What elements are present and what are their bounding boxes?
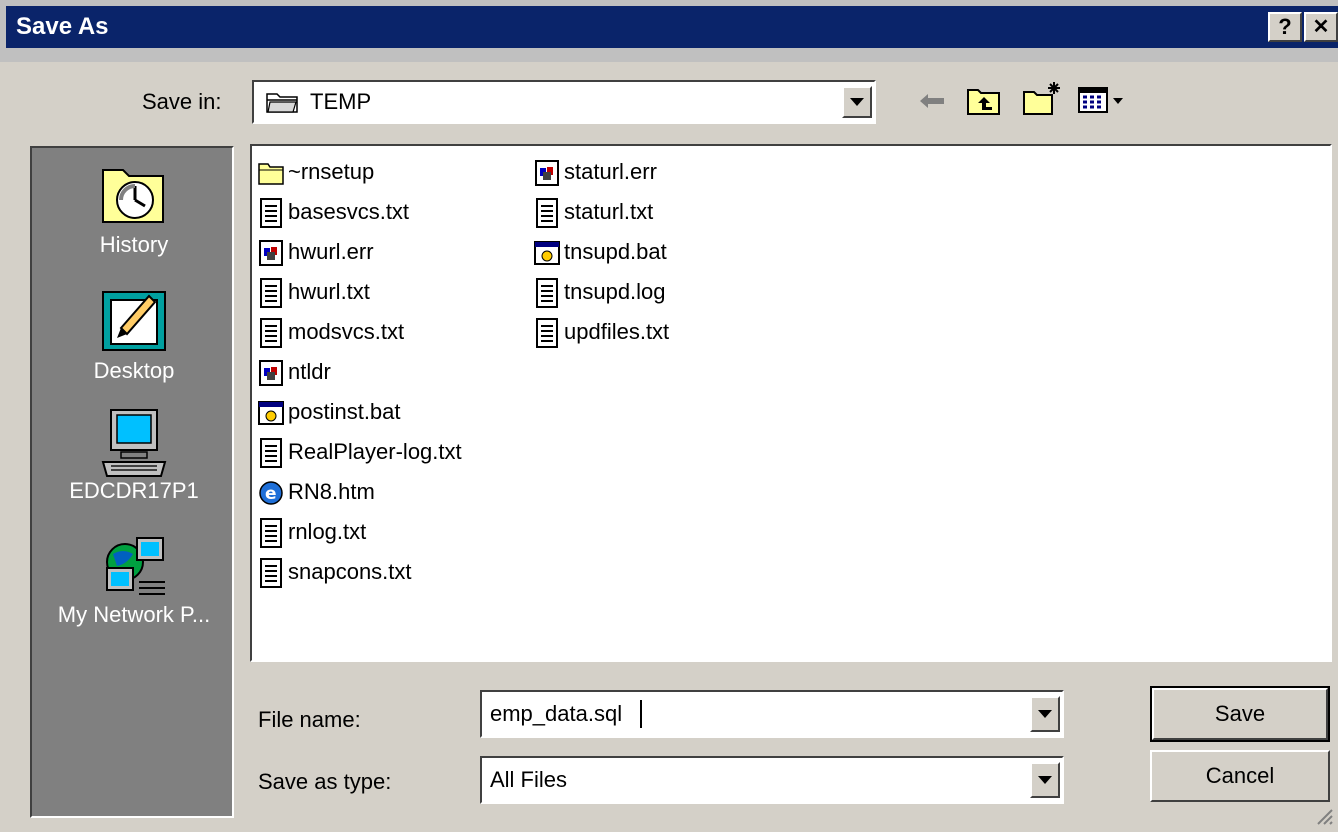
- text-file-icon: [258, 558, 284, 589]
- places-item-history[interactable]: History: [32, 162, 236, 258]
- save-in-dropdown-button[interactable]: [842, 86, 872, 118]
- text-file-icon: [534, 198, 560, 229]
- list-item[interactable]: tnsupd.log: [534, 272, 669, 312]
- file-name-text: staturl.txt: [564, 199, 654, 224]
- file-list[interactable]: ~rnsetup basesvcs.txt hwurl.err hwurl.txt mo…: [250, 144, 1332, 662]
- svg-text:e: e: [265, 484, 277, 504]
- save-as-type-combo[interactable]: All Files: [480, 756, 1064, 804]
- list-item[interactable]: hwurl.txt: [258, 272, 462, 312]
- file-name-text: ntldr: [288, 359, 331, 384]
- places-item-desktop[interactable]: Desktop: [32, 288, 236, 384]
- list-item[interactable]: postinst.bat: [258, 392, 462, 432]
- places-item-computer[interactable]: EDCDR17P1: [32, 408, 236, 504]
- file-name-text: staturl.err: [564, 159, 657, 184]
- back-arrow-icon[interactable]: [918, 90, 946, 112]
- save-as-type-dropdown-button[interactable]: [1030, 762, 1060, 798]
- close-button[interactable]: ✕: [1304, 12, 1338, 42]
- file-name-text: updfiles.txt: [564, 319, 670, 344]
- resize-grip-icon[interactable]: [1314, 806, 1334, 826]
- places-label-network: My Network P...: [57, 602, 211, 627]
- system-file-icon: [258, 358, 284, 388]
- history-icon: [99, 162, 169, 232]
- list-item[interactable]: modsvcs.txt: [258, 312, 462, 352]
- places-item-network[interactable]: My Network P...: [32, 532, 236, 628]
- batch-file-icon: [258, 398, 284, 428]
- window-title: Save As: [16, 13, 109, 40]
- text-file-icon: [534, 318, 560, 349]
- system-file-icon: [258, 238, 284, 268]
- title-bar[interactable]: Save As ? ✕: [6, 6, 1338, 48]
- file-name-text: ~rnsetup: [288, 159, 375, 184]
- chevron-down-icon: [1038, 776, 1052, 784]
- list-item[interactable]: staturl.txt: [534, 192, 669, 232]
- file-name-text: hwurl.err: [288, 239, 374, 264]
- file-name-text: tnsupd.log: [564, 279, 666, 304]
- batch-file-icon: [534, 238, 560, 268]
- html-file-icon: e: [258, 478, 284, 508]
- file-name-text: snapcons.txt: [288, 559, 412, 584]
- file-name-text: RN8.htm: [288, 479, 375, 504]
- file-name-text: basesvcs.txt: [288, 199, 410, 224]
- file-name-label: File name:: [258, 707, 361, 732]
- folder-file-icon: [258, 158, 284, 188]
- save-as-type-label: Save as type:: [258, 769, 392, 794]
- list-item[interactable]: staturl.err: [534, 152, 669, 192]
- file-name-text: rnlog.txt: [288, 519, 367, 544]
- desktop-icon: [99, 288, 169, 358]
- file-name-dropdown-button[interactable]: [1030, 696, 1060, 732]
- text-file-icon: [258, 518, 284, 549]
- system-file-icon: [534, 158, 560, 188]
- chevron-down-icon: [1038, 710, 1052, 718]
- view-menu-icon[interactable]: [1078, 86, 1140, 114]
- list-item[interactable]: rnlog.txt: [258, 512, 462, 552]
- list-item[interactable]: tnsupd.bat: [534, 232, 669, 272]
- list-item[interactable]: hwurl.err: [258, 232, 462, 272]
- file-name-combo[interactable]: emp_data.sql: [480, 690, 1064, 738]
- cancel-button[interactable]: Cancel: [1150, 750, 1330, 802]
- list-item[interactable]: basesvcs.txt: [258, 192, 462, 232]
- up-one-level-icon[interactable]: [966, 84, 1002, 116]
- file-name-text: RealPlayer-log.txt: [288, 439, 462, 464]
- list-item[interactable]: ntldr: [258, 352, 462, 392]
- places-label-computer: EDCDR17P1: [69, 478, 199, 503]
- chevron-down-icon: [850, 98, 864, 106]
- file-name-text: modsvcs.txt: [288, 319, 405, 344]
- text-cursor: [640, 700, 642, 728]
- create-new-folder-icon[interactable]: [1022, 80, 1064, 116]
- list-item[interactable]: RealPlayer-log.txt: [258, 432, 462, 472]
- places-label-desktop: Desktop: [93, 358, 175, 383]
- list-item[interactable]: e RN8.htm: [258, 472, 462, 512]
- list-item[interactable]: updfiles.txt: [534, 312, 669, 352]
- places-bar: History Desktop EDCDR17P1 My Network P..…: [30, 146, 234, 818]
- save-in-combo[interactable]: TEMP: [252, 80, 876, 124]
- places-label-history: History: [99, 232, 169, 257]
- file-name-input[interactable]: emp_data.sql: [490, 700, 622, 728]
- text-file-icon: [258, 278, 284, 309]
- text-file-icon: [258, 438, 284, 469]
- file-name-text: hwurl.txt: [288, 279, 370, 304]
- file-column-1: ~rnsetup basesvcs.txt hwurl.err hwurl.txt mo…: [258, 152, 462, 592]
- save-button-label: Save: [1152, 688, 1328, 740]
- computer-icon: [99, 408, 169, 478]
- save-as-type-value: All Files: [490, 767, 568, 792]
- file-name-text: tnsupd.bat: [564, 239, 667, 264]
- text-file-icon: [534, 278, 560, 309]
- save-in-label: Save in:: [142, 89, 222, 114]
- file-name-text: postinst.bat: [288, 399, 401, 424]
- text-file-icon: [258, 198, 284, 229]
- save-in-value: TEMP: [310, 89, 372, 114]
- list-item[interactable]: snapcons.txt: [258, 552, 462, 592]
- text-file-icon: [258, 318, 284, 349]
- network-icon: [99, 532, 169, 602]
- folder-icon: [266, 90, 300, 114]
- list-item[interactable]: ~rnsetup: [258, 152, 462, 192]
- help-button[interactable]: ?: [1268, 12, 1302, 42]
- save-button[interactable]: Save: [1150, 686, 1330, 742]
- file-column-2: staturl.err staturl.txt tnsupd.bat tnsupd.l…: [534, 152, 669, 352]
